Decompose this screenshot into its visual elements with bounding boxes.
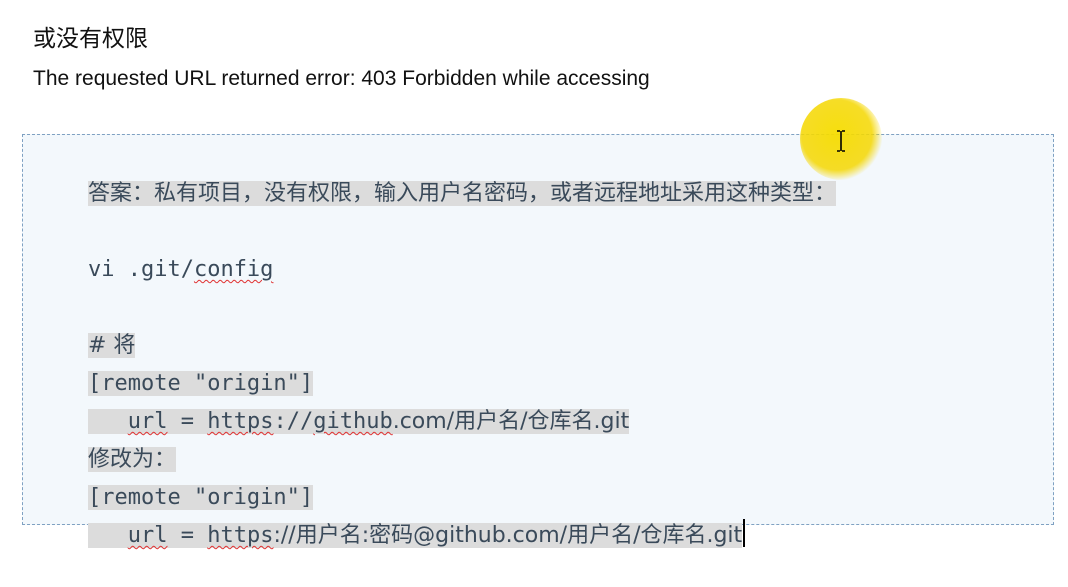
url-line-2: url = https://用户名:密码@github.com/用户名/仓库名.…: [35, 485, 746, 587]
vi-command-config: config: [193, 257, 274, 282]
url-proto-1: https: [207, 409, 274, 434]
vi-command-prefix: vi .git/: [87, 257, 194, 282]
url-key-2: url: [127, 523, 168, 548]
url-rest-1: .com/用户名/仓库名.git: [392, 409, 630, 434]
page-heading: 或没有权限: [33, 26, 148, 52]
url-proto-2: https: [207, 523, 274, 548]
answer-text: 答案：私有项目，没有权限，输入用户名密码，或者远程地址采用这种类型：: [87, 181, 836, 206]
url-eq-2: =: [167, 523, 208, 548]
code-block[interactable]: 答案：私有项目，没有权限，输入用户名密码，或者远程地址采用这种类型： vi .g…: [22, 134, 1054, 548]
text-caret: [743, 519, 746, 547]
url-sep-1: ://: [273, 409, 314, 434]
url-rest-2: ://用户名:密码@github.com/用户名/仓库名.git: [273, 523, 743, 548]
url-host-1: github: [313, 409, 393, 434]
error-message: The requested URL returned error: 403 Fo…: [33, 67, 650, 90]
